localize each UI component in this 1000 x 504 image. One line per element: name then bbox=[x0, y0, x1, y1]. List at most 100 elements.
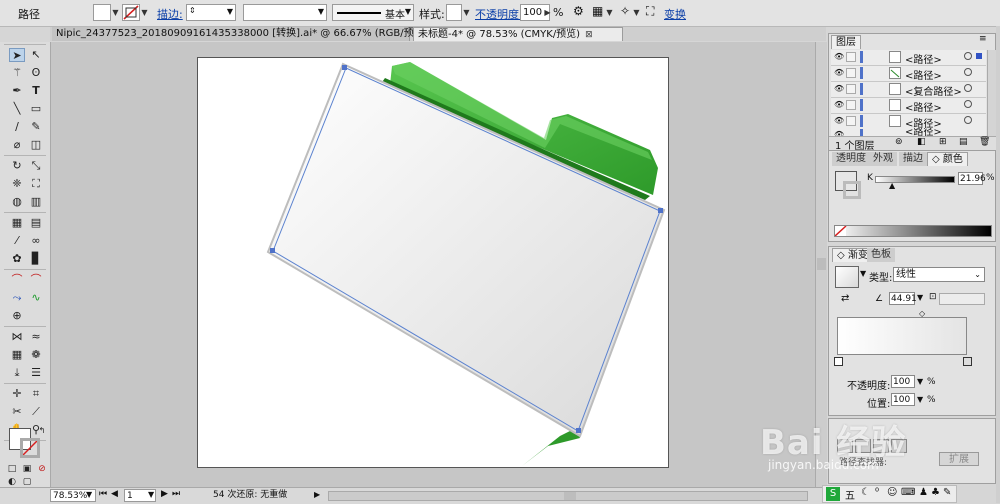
folder-card[interactable] bbox=[266, 62, 666, 438]
target-icon[interactable] bbox=[964, 52, 972, 60]
layer-row[interactable]: 👁 <路径> bbox=[831, 98, 986, 114]
anchor-point[interactable] bbox=[658, 208, 663, 213]
path-thumbnail bbox=[889, 67, 901, 79]
tab-color[interactable]: ◇ 颜色 bbox=[927, 152, 968, 166]
aspect-ratio-input[interactable] bbox=[939, 293, 985, 305]
eye-icon[interactable]: 👁 bbox=[834, 53, 844, 61]
panel-menu-icon[interactable]: ≡ bbox=[979, 34, 987, 44]
lock-toggle[interactable] bbox=[846, 116, 856, 126]
gradient-type-value: 线性 bbox=[896, 269, 916, 280]
layer-name: <路径> bbox=[905, 103, 942, 114]
opacity-percent: % bbox=[927, 377, 936, 387]
last-page-icon[interactable]: ⏭ bbox=[172, 489, 180, 499]
target-icon[interactable] bbox=[964, 68, 972, 76]
clipping-mask-icon[interactable]: ◧ bbox=[917, 137, 926, 147]
layer-name: <复合路径> bbox=[905, 87, 962, 98]
path-thumbnail bbox=[889, 115, 901, 127]
chevron-down-icon[interactable]: ▼ bbox=[917, 293, 923, 302]
lock-toggle[interactable] bbox=[846, 100, 856, 110]
gradient-ramp[interactable] bbox=[837, 317, 967, 355]
tab-swatches[interactable]: 色板 bbox=[867, 248, 895, 262]
reverse-gradient-icon[interactable]: ⇄ bbox=[841, 293, 849, 304]
anchor-point[interactable] bbox=[576, 428, 581, 433]
k-value-input[interactable]: 21.96 bbox=[958, 172, 986, 185]
location-input[interactable]: 100 bbox=[891, 393, 915, 406]
new-sublayer-icon[interactable]: ⊞ bbox=[939, 137, 947, 147]
chevron-down-icon[interactable]: ▼ bbox=[148, 490, 154, 499]
status-bar: 78.53% ▼ ⏮ ◀ 1 ▼ ▶ ⏭ 54 次还原: 无重做 ▶ bbox=[0, 487, 826, 504]
layer-row[interactable]: 👁 <复合路径> bbox=[831, 82, 986, 98]
settings-icon[interactable]: ✎ bbox=[943, 487, 951, 498]
tab-layers[interactable]: 图层 bbox=[831, 35, 861, 49]
aspect-ratio-icon: ⊡ bbox=[929, 292, 937, 302]
scroll-thumb[interactable] bbox=[564, 492, 576, 500]
color-spectrum-bar[interactable] bbox=[834, 225, 992, 237]
tab-appearance[interactable]: 外观 bbox=[869, 152, 897, 166]
stop-opacity-label: 不透明度: bbox=[847, 381, 891, 392]
gradient-stop-end[interactable] bbox=[963, 357, 972, 366]
target-icon[interactable] bbox=[964, 116, 972, 124]
folder-corner-tab[interactable] bbox=[522, 428, 580, 466]
sogou-icon[interactable]: S bbox=[826, 487, 840, 501]
eye-icon[interactable]: 👁 bbox=[834, 85, 844, 93]
emoji-icon[interactable]: ☺ bbox=[887, 487, 897, 498]
undo-status: 54 次还原: 无重做 bbox=[213, 490, 288, 500]
path-thumbnail bbox=[889, 99, 901, 111]
k-percent: % bbox=[986, 173, 995, 183]
path-thumbnail bbox=[889, 51, 901, 63]
anchor-point[interactable] bbox=[270, 248, 275, 253]
none-color-icon[interactable] bbox=[834, 225, 847, 237]
gradient-type-select[interactable]: 线性 ⌄ bbox=[893, 267, 985, 282]
slider-handle-icon[interactable]: ▲ bbox=[889, 181, 895, 190]
keyboard-icon[interactable]: ⌨ bbox=[901, 487, 915, 498]
color-panel: 透明度 外观 描边 ◇ 颜色 K ▲ 21.96 % bbox=[828, 150, 996, 242]
next-page-icon[interactable]: ▶ bbox=[161, 489, 168, 499]
target-icon[interactable] bbox=[964, 100, 972, 108]
lock-toggle[interactable] bbox=[846, 84, 856, 94]
layers-footer: 1 个图层 ⊚ ◧ ⊞ ▤ 🗑 bbox=[829, 136, 996, 152]
selected-indicator bbox=[976, 53, 982, 59]
layer-row[interactable]: 👁 <路径> bbox=[831, 66, 986, 82]
gradient-stop-start[interactable] bbox=[834, 357, 843, 366]
angle-input[interactable]: 44.91 bbox=[889, 292, 917, 305]
new-layer-icon[interactable]: ▤ bbox=[959, 137, 968, 147]
gradient-preview-swatch[interactable] bbox=[835, 266, 859, 288]
delete-layer-icon[interactable]: 🗑 bbox=[979, 137, 990, 147]
lock-toggle[interactable] bbox=[846, 68, 856, 78]
chevron-down-icon[interactable]: ⌄ bbox=[974, 268, 981, 282]
skin-icon[interactable]: ♣ bbox=[931, 487, 940, 498]
chevron-down-icon[interactable]: ▼ bbox=[86, 490, 92, 499]
scroll-thumb[interactable] bbox=[817, 258, 826, 270]
layer-name: <路径> bbox=[905, 71, 942, 82]
current-stroke-swatch[interactable] bbox=[843, 181, 861, 199]
location-dropdown-icon[interactable]: ▼ bbox=[917, 395, 923, 404]
eye-icon[interactable]: 👁 bbox=[834, 117, 844, 125]
horizontal-scrollbar[interactable] bbox=[328, 491, 808, 501]
locate-object-icon[interactable]: ⊚ bbox=[895, 137, 903, 147]
layer-row[interactable]: 👁 <路径> bbox=[831, 50, 986, 66]
location-percent: % bbox=[927, 395, 936, 405]
anchor-point[interactable] bbox=[342, 65, 347, 70]
moon-icon[interactable]: ☾ bbox=[861, 487, 870, 498]
prev-page-icon[interactable]: ◀ bbox=[111, 489, 118, 499]
location-label: 位置: bbox=[867, 399, 891, 410]
gradient-panel: ◇ 渐变 色板 ▼ 类型: 线性 ⌄ ⇄ ∠ 44.91 ▼ ⊡ ◇ 不透明度:… bbox=[828, 246, 996, 416]
person-icon[interactable]: ♟ bbox=[919, 487, 928, 498]
tab-transparency[interactable]: 透明度 bbox=[832, 152, 870, 166]
tab-stroke[interactable]: 描边 bbox=[899, 152, 927, 166]
k-slider[interactable] bbox=[875, 176, 955, 183]
eye-icon[interactable]: 👁 bbox=[834, 69, 844, 77]
lock-toggle[interactable] bbox=[846, 52, 856, 62]
first-page-icon[interactable]: ⏮ bbox=[99, 489, 107, 499]
opacity-dropdown-icon[interactable]: ▼ bbox=[917, 377, 923, 386]
punctuation-icon[interactable]: ⁰ bbox=[875, 487, 879, 498]
angle-icon: ∠ bbox=[875, 294, 884, 304]
watermark-url: jingyan.baidu.com bbox=[768, 458, 879, 472]
status-menu-icon[interactable]: ▶ bbox=[314, 490, 320, 499]
channel-label: K bbox=[867, 173, 873, 183]
ime-mode-icon[interactable]: 五 bbox=[845, 487, 855, 502]
eye-icon[interactable]: 👁 bbox=[834, 101, 844, 109]
target-icon[interactable] bbox=[964, 84, 972, 92]
chevron-down-icon[interactable]: ▼ bbox=[860, 269, 866, 278]
stop-opacity-input[interactable]: 100 bbox=[891, 375, 915, 388]
